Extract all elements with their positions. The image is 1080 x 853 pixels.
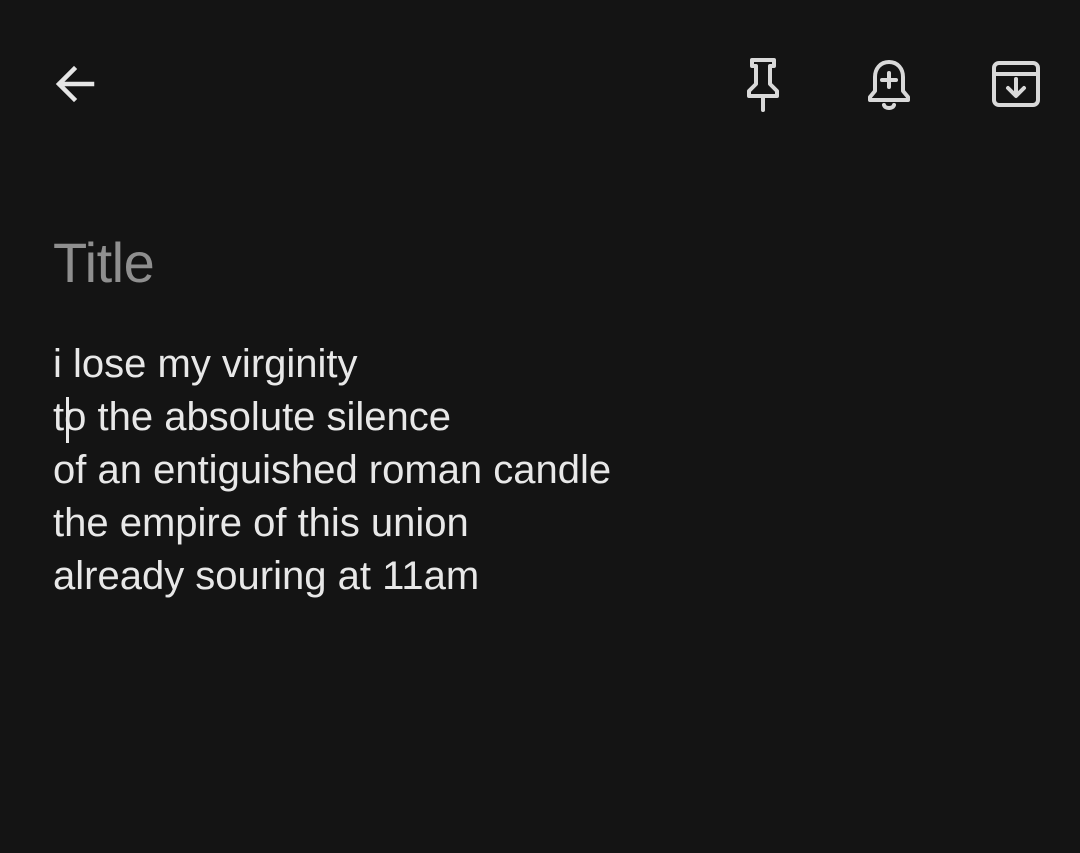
note-line: the empire of this union xyxy=(53,501,469,545)
note-line: i lose my virginity xyxy=(53,342,358,386)
top-app-bar xyxy=(0,0,1080,170)
reminder-button[interactable] xyxy=(857,52,921,116)
pin-button[interactable] xyxy=(731,52,795,116)
title-placeholder: Title xyxy=(53,231,155,294)
note-line: already souring at 11am xyxy=(53,554,480,598)
note-title-field[interactable]: Title xyxy=(53,228,1033,298)
note-line-text: to the absolute silence xyxy=(53,395,452,439)
text-cursor xyxy=(66,397,69,443)
back-button[interactable] xyxy=(42,52,106,116)
note-line-with-caret: to the absolute silence xyxy=(53,391,1033,444)
archive-button[interactable] xyxy=(984,52,1048,116)
bell-plus-icon xyxy=(868,60,910,110)
arrow-left-icon xyxy=(55,65,95,103)
note-body-field[interactable]: i lose my virginity to the absolute sile… xyxy=(53,338,1033,603)
archive-icon xyxy=(992,61,1040,107)
note-line: of an entiguished roman candle xyxy=(53,448,612,492)
pin-icon xyxy=(747,58,779,112)
